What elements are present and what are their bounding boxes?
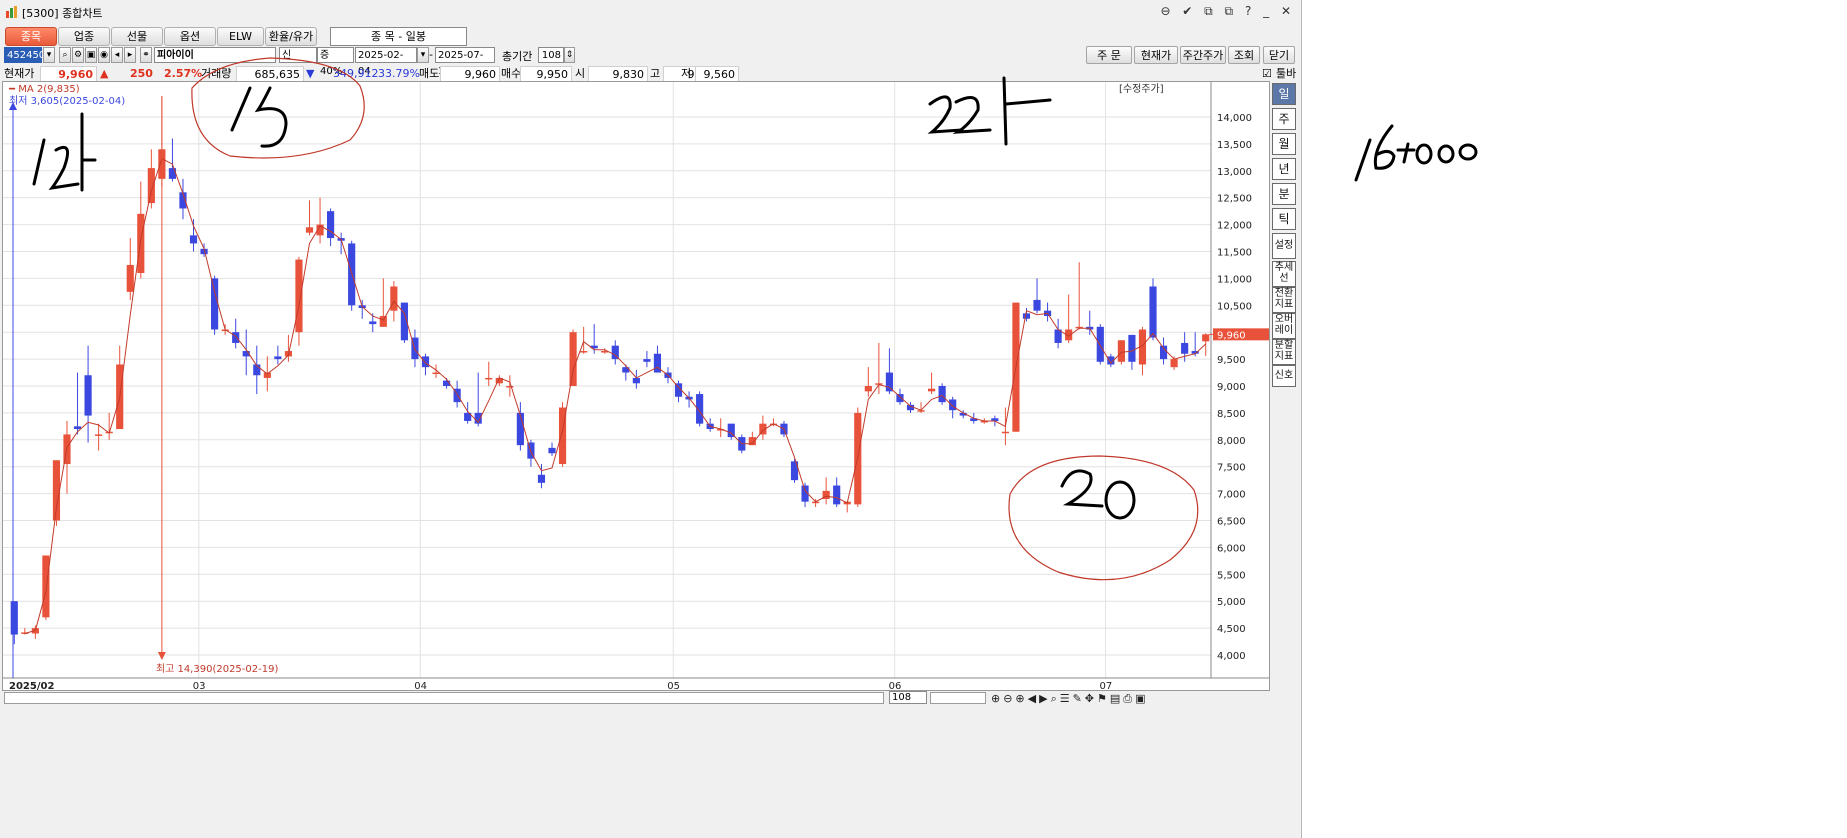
handwriting-layer	[32, 57, 1478, 581]
handwriting-strokes	[32, 76, 1478, 520]
red-circle-marks	[191, 57, 1199, 581]
